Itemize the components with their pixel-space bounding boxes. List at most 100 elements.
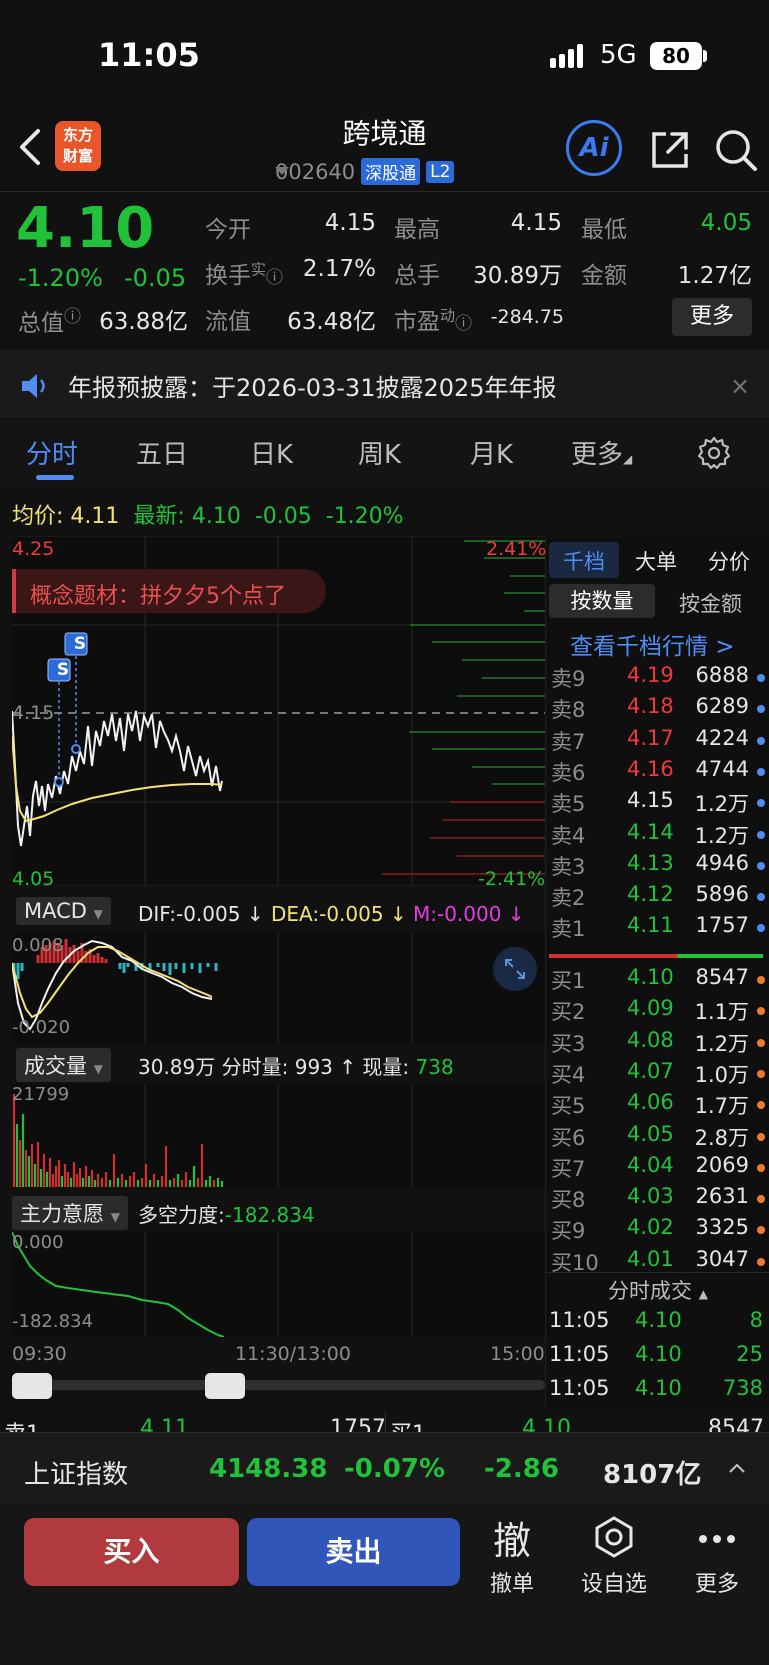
sell-marker[interactable]: S (69, 634, 91, 654)
volume-chart[interactable] (12, 1084, 545, 1187)
more-dots-icon[interactable] (697, 1533, 737, 1545)
volume-fs: 993 ↑ (294, 1055, 357, 1079)
share-icon[interactable] (648, 128, 692, 172)
trades-title[interactable]: 分时成交 ▲ (608, 1275, 708, 1305)
macd-selector[interactable]: MACD ▼ (16, 897, 111, 925)
subtab-by-quantity[interactable]: 按数量 (549, 584, 655, 618)
order-dot-icon (757, 976, 765, 984)
ai-assistant-button[interactable]: Ai (566, 120, 622, 176)
bid-level-row[interactable]: 买6 4.05 2.8万 (549, 1122, 765, 1153)
speaker-icon (22, 374, 45, 398)
bid-level-row[interactable]: 买5 4.06 1.7万 (549, 1090, 765, 1121)
tab-monthly-k[interactable]: 月K (470, 434, 513, 471)
ask-level-qty: 4744 (695, 756, 749, 781)
close-icon[interactable]: × (730, 372, 750, 400)
buy-button[interactable]: 买入 (24, 1518, 239, 1586)
tab-weekly-k[interactable]: 周K (358, 434, 401, 471)
gear-icon[interactable] (697, 436, 731, 470)
concept-text[interactable]: 概念题材：拼夕夕5个点了 (30, 578, 286, 610)
order-dot-icon (757, 861, 765, 870)
ask-level-price: 4.19 (627, 663, 674, 687)
index-change: -2.86 (484, 1454, 559, 1484)
view-depth-link[interactable]: 查看千档行情 > (570, 627, 735, 661)
macd-chart[interactable] (12, 933, 545, 1043)
macd-top-value: 0.008 (12, 935, 64, 956)
more-actions-button[interactable]: 更多 (672, 1566, 762, 1598)
ask-level-price: 4.14 (627, 819, 674, 844)
notice-text[interactable]: 年报预披露：于2026-03-31披露2025年年报 (68, 368, 557, 403)
sell-button[interactable]: 卖出 (247, 1518, 460, 1586)
bid-level-row[interactable]: 买4 4.07 1.0万 (549, 1059, 765, 1090)
ask-level-price: 4.11 (627, 913, 674, 938)
mktcap-label[interactable]: 总值ⓘ (18, 302, 81, 338)
trades-title-text: 分时成交 (608, 1279, 692, 1303)
ask-level-row[interactable]: 卖3 4.13 4946 (549, 851, 765, 882)
sell-marker[interactable]: S (52, 660, 74, 680)
ask-level-row[interactable]: 卖7 4.17 4224 (549, 726, 765, 757)
bid-ask-ratio-bar (549, 954, 763, 958)
ask-level-qty: 6289 (695, 694, 749, 719)
tab-more[interactable]: 更多◢ (571, 434, 632, 471)
trade-row: 11:05 4.10 25 (549, 1342, 765, 1373)
ask-level-label: 卖5 (551, 792, 586, 817)
bid-level-price: 4.07 (627, 1058, 674, 1083)
ask-level-price: 4.17 (627, 725, 674, 750)
volume-total: 30.89万 (138, 1055, 216, 1079)
level-chip: L2 (426, 160, 455, 183)
ask-level-row[interactable]: 卖5 4.15 1.2万 (549, 788, 765, 819)
turnover-label-text: 换手 (205, 263, 251, 289)
latest-percent: -1.20% (325, 504, 404, 529)
bid-level-row[interactable]: 买9 4.02 3325 (549, 1215, 765, 1246)
range-handle-right[interactable] (205, 1373, 245, 1399)
ask-level-row[interactable]: 卖8 4.18 6289 (549, 694, 765, 725)
chevron-up-icon[interactable] (728, 1462, 746, 1474)
bid-level-row[interactable]: 买2 4.09 1.1万 (549, 996, 765, 1027)
caret-down-icon: ▼ (93, 907, 103, 921)
ask-level-row[interactable]: 卖2 4.12 5896 (549, 882, 765, 913)
stock-code-row[interactable]: 002640 深股通 L2 (275, 158, 455, 185)
add-watchlist-icon[interactable] (592, 1515, 636, 1559)
ask-level-row[interactable]: 卖9 4.19 6888 (549, 663, 765, 694)
ask-level-row[interactable]: 卖6 4.16 4744 (549, 757, 765, 788)
turnover-label[interactable]: 换手实ⓘ (205, 256, 283, 290)
tab-daily-k[interactable]: 日K (250, 434, 293, 471)
ask-level-row[interactable]: 卖1 4.11 1757 (549, 913, 765, 944)
tab-five-day[interactable]: 五日 (136, 434, 188, 471)
subtab-by-amount[interactable]: 按金额 (679, 588, 742, 618)
range-handle-left[interactable] (12, 1373, 52, 1399)
trade-row: 11:05 4.10 8 (549, 1308, 765, 1339)
bid-level-row[interactable]: 买10 4.01 3047 (549, 1247, 765, 1278)
range-track[interactable] (12, 1380, 545, 1390)
volume-now-label: 现量: (362, 1055, 410, 1079)
bid-level-row[interactable]: 买7 4.04 2069 (549, 1153, 765, 1184)
tab-depth[interactable]: 千档 (563, 546, 605, 576)
cancel-order-button[interactable]: 撤单 (467, 1566, 557, 1598)
bid-level-row[interactable]: 买3 4.08 1.2万 (549, 1028, 765, 1059)
add-watchlist-button[interactable]: 设自选 (569, 1566, 659, 1598)
search-icon[interactable] (714, 128, 758, 172)
ask-level-price: 4.18 (627, 694, 674, 719)
macd-label: MACD (24, 899, 87, 923)
volume-selector[interactable]: 成交量 ▼ (16, 1048, 111, 1082)
force-selector[interactable]: 主力意愿 ▼ (12, 1196, 128, 1230)
pe-value: -284.75 (490, 306, 564, 328)
chart-bottom-pct: -2.41% (478, 868, 546, 890)
bid-level-label: 买5 (551, 1094, 586, 1119)
tab-large-orders[interactable]: 大单 (635, 546, 677, 576)
ask-level-qty: 1757 (695, 913, 749, 938)
amount-label: 金额 (581, 263, 627, 289)
cancel-order-icon[interactable]: 撤 (488, 1510, 536, 1565)
tab-price-distribution[interactable]: 分价 (708, 546, 750, 576)
caret-down-icon: ▼ (110, 1210, 120, 1224)
bid-level-row[interactable]: 买8 4.03 2631 (549, 1184, 765, 1215)
ask-level-row[interactable]: 卖4 4.14 1.2万 (549, 820, 765, 851)
pe-label[interactable]: 市盈动ⓘ (394, 302, 472, 336)
expand-icon[interactable] (503, 957, 527, 981)
ask-level-qty: 4946 (695, 850, 749, 875)
bid-level-row[interactable]: 买1 4.10 8547 (549, 965, 765, 996)
more-quote-button[interactable]: 更多 (672, 298, 752, 336)
ask-level-qty: 1.2万 (694, 823, 749, 848)
tab-intraday[interactable]: 分时 (26, 434, 78, 471)
low-value: 4.05 (700, 210, 752, 236)
bid-level-qty: 1.1万 (694, 1000, 749, 1025)
